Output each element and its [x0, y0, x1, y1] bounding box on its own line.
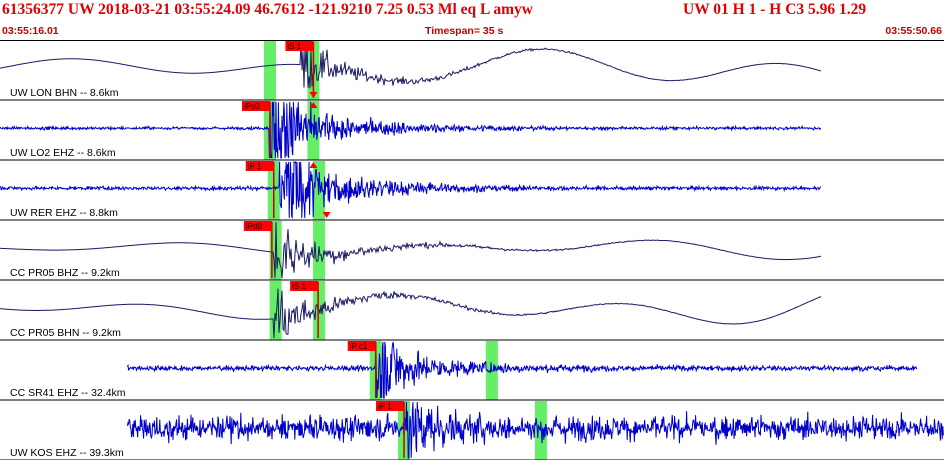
station-label: UW RER EHZ -- 8.8km [10, 207, 118, 219]
phase-pick-label: iP 1 [248, 162, 262, 171]
trace-panel[interactable]: iPd0 CC PR05 BHZ -- 9.2km [0, 221, 944, 281]
trace-panel[interactable]: iS 1 UW LON BHN -- 8.6km [0, 41, 944, 101]
timespan-label: Timespan= 35 s [425, 25, 504, 37]
phase-pick-label: iP c1 [350, 342, 368, 351]
waveform-trace [0, 101, 822, 159]
seismogram-plot-area[interactable]: iS 1 UW LON BHN -- 8.6km iPc0 UW LO2 EHZ --… [0, 40, 944, 460]
station-label: CC PR05 BHZ -- 9.2km [10, 267, 120, 279]
station-label: UW KOS EHZ -- 39.3km [10, 447, 124, 459]
trace-panel[interactable]: iP 1 UW KOS EHZ -- 39.3km [0, 401, 944, 460]
trace-panel[interactable]: iP 1 UW RER EHZ -- 8.8km [0, 160, 944, 221]
phase-pick-label: iPd0 [246, 222, 263, 231]
station-label: CC PR05 BHN -- 9.2km [10, 327, 121, 339]
event-header: 61356377 UW 2018-03-21 03:55:24.09 46.76… [0, 0, 944, 20]
waveform-trace [0, 288, 822, 339]
trace-panel[interactable]: iS 1 CC PR05 BHN -- 9.2km [0, 281, 944, 341]
end-time: 03:55:50.66 [885, 25, 942, 37]
start-time: 03:55:16.01 [2, 25, 59, 37]
seismogram-svg[interactable]: iS 1 UW LON BHN -- 8.6km iPc0 UW LO2 EHZ --… [0, 40, 944, 460]
waveform-trace [0, 41, 822, 89]
phase-pick-label: iPc0 [244, 102, 260, 111]
pick-window-band [269, 281, 282, 340]
waveform-trace [0, 160, 822, 220]
waveform-trace [0, 221, 822, 279]
time-bar: 03:55:16.01 Timespan= 35 s 03:55:50.66 [0, 25, 944, 39]
pick-window-band [263, 41, 276, 100]
waveform-trace [126, 341, 918, 399]
station-label: UW LON BHN -- 8.6km [10, 87, 119, 99]
trace-panel[interactable]: iP c1 CC SR41 EHZ -- 32.4km [0, 341, 944, 401]
selected-channel-text: UW 01 H 1 - H C3 5.96 1.29 [683, 1, 867, 18]
phase-pick-label: iP 1 [378, 402, 392, 411]
trace-panel[interactable]: iPc0 UW LO2 EHZ -- 8.6km [0, 101, 944, 161]
station-label: UW LO2 EHZ -- 8.6km [10, 147, 116, 159]
station-label: CC SR41 EHZ -- 32.4km [10, 387, 126, 399]
phase-pick-label: iS 1 [292, 282, 306, 291]
phase-pick-label: iS 1 [287, 42, 301, 51]
event-info-text: 61356377 UW 2018-03-21 03:55:24.09 46.76… [2, 1, 533, 18]
